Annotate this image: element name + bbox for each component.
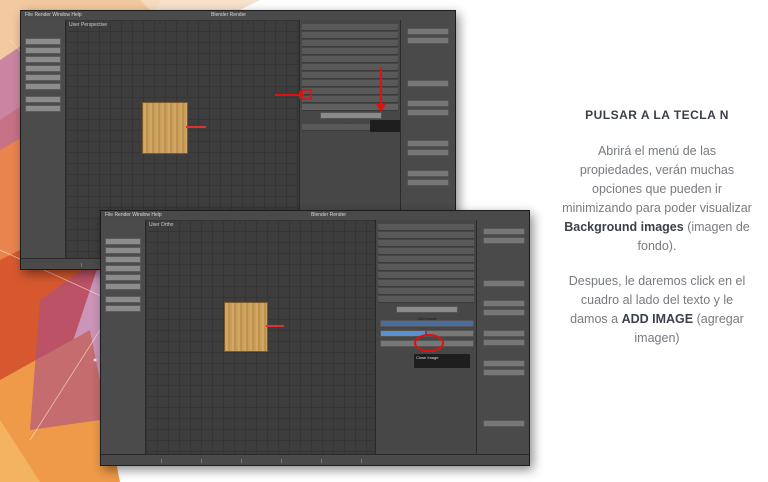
properties-panel-2[interactable]: Add Image Close Image (375, 220, 476, 455)
textured-cube[interactable] (142, 102, 188, 154)
3d-viewport-2[interactable]: User Ortho (146, 220, 374, 455)
timeline-bar-2[interactable] (101, 454, 529, 465)
viewport-label-2: User Ortho (149, 222, 174, 228)
x-axis-line-2 (266, 325, 284, 327)
red-highlight-circle (414, 334, 444, 352)
add-image-button-2[interactable]: Add Image (396, 306, 458, 321)
x-axis-line (186, 126, 206, 128)
blender-screenshot-bottom: File Render Window Help Blender Render U… (100, 210, 530, 466)
red-annotation-arrows (275, 68, 386, 112)
textured-cube-2[interactable] (224, 302, 268, 352)
viewport-label: User Perspective (69, 22, 108, 28)
close-image-tooltip: Close Image (414, 354, 470, 368)
instruction-text-column: PULSAR A LA TECLA N Abrirá el menú de la… (562, 108, 752, 364)
tool-shelf[interactable] (21, 20, 66, 259)
instruction-paragraph-2: Despues, le daremos click en el cuadro a… (568, 274, 746, 345)
instruction-paragraph-1: Abrirá el menú de las propiedades, verán… (562, 144, 752, 253)
outliner-panel-2[interactable] (476, 220, 529, 455)
tool-shelf-2[interactable] (101, 220, 146, 455)
page-title: PULSAR A LA TECLA N (585, 108, 729, 122)
